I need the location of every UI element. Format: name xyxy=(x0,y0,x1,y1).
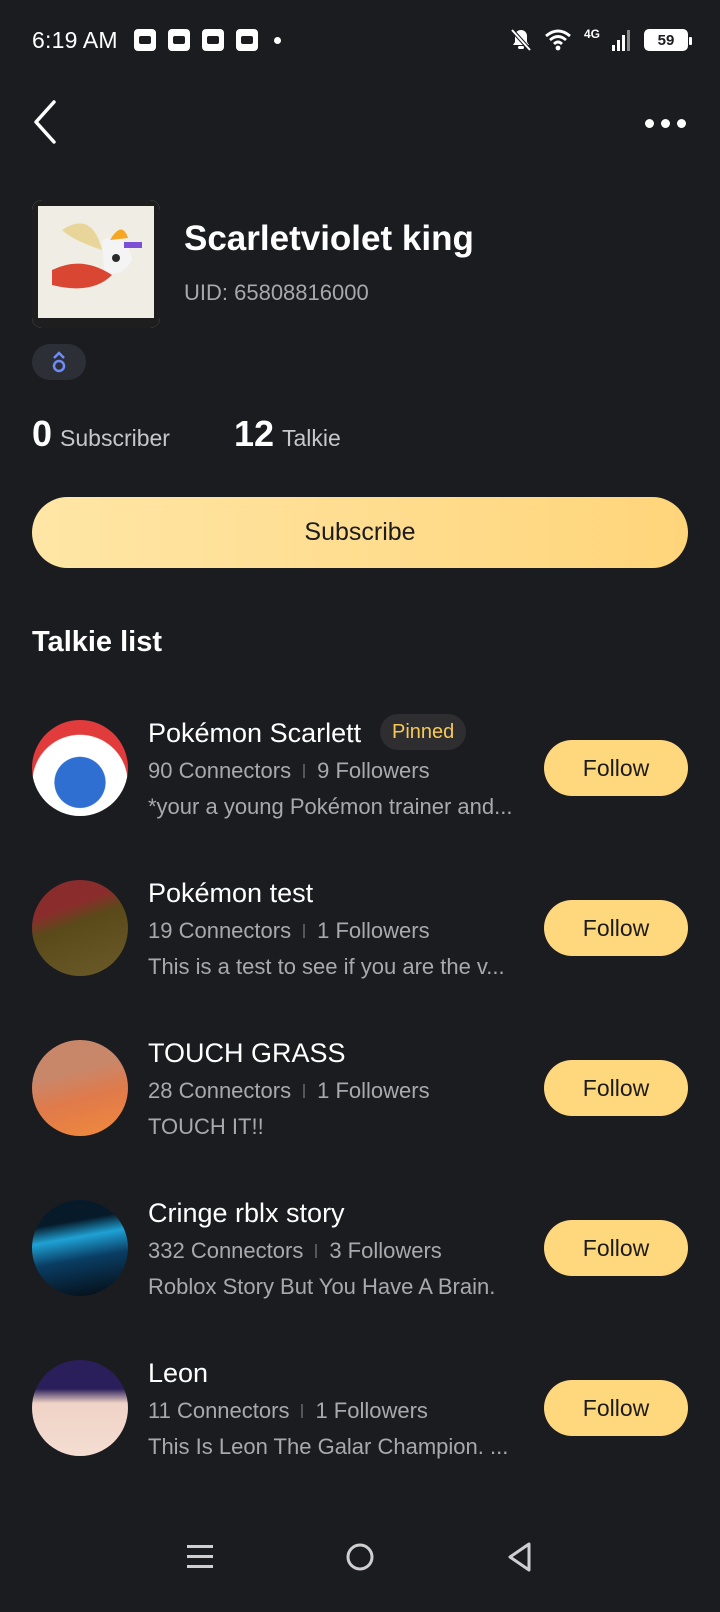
talkie-avatar xyxy=(32,1360,128,1456)
app-notification-icon xyxy=(133,29,156,51)
list-item[interactable]: Cringe rblx story 332 Connectors 3 Follo… xyxy=(0,1184,720,1344)
followers-count: 3 Followers xyxy=(329,1238,442,1263)
talkie-description: This is a test to see if you are the v..… xyxy=(148,954,505,979)
list-item[interactable]: Leon 11 Connectors 1 Followers This Is L… xyxy=(0,1344,720,1504)
more-dots-icon xyxy=(644,118,654,128)
talkie-avatar xyxy=(32,1040,128,1136)
status-time: 6:19 AM xyxy=(32,26,118,53)
talkie-meta: 332 Connectors 3 Followers xyxy=(148,1238,442,1264)
talkie-meta: 28 Connectors 1 Followers xyxy=(148,1078,430,1104)
wifi-icon xyxy=(545,29,571,51)
follow-button[interactable]: Follow xyxy=(544,1060,688,1116)
profile-uid: UID: 65808816000 xyxy=(184,280,369,305)
app-notification-icon xyxy=(235,29,258,51)
more-options-button[interactable] xyxy=(642,108,688,138)
talkie-stat[interactable]: 12 Talkie xyxy=(234,413,341,455)
status-bar: 6:19 AM 4G 59 xyxy=(0,0,720,80)
home-circle-icon xyxy=(346,1543,374,1571)
battery-level: 59 xyxy=(657,31,675,49)
profile-avatar-image xyxy=(32,200,160,328)
back-nav-button[interactable] xyxy=(500,1537,540,1577)
back-button[interactable] xyxy=(28,96,68,148)
subscriber-label: Subscriber xyxy=(60,425,170,451)
talkie-meta: 90 Connectors 9 Followers xyxy=(148,758,430,784)
talkie-avatar xyxy=(32,720,128,816)
divider xyxy=(303,924,306,938)
followers-count: 9 Followers xyxy=(317,758,430,783)
chevron-left-icon xyxy=(34,100,56,144)
talkie-avatar xyxy=(32,880,128,976)
profile-stats: 0 Subscriber 12 Talkie xyxy=(32,413,405,455)
talkie-avatar xyxy=(32,1200,128,1296)
pinned-badge: Pinned xyxy=(380,714,467,750)
follow-button[interactable]: Follow xyxy=(544,1220,688,1276)
bell-muted-icon xyxy=(510,28,532,52)
talkie-list: Pokémon Scarlett Pinned 90 Connectors 9 … xyxy=(0,704,720,1504)
more-dots-icon xyxy=(660,118,670,128)
connectors-count: 90 Connectors xyxy=(148,758,292,783)
profile-avatar xyxy=(32,200,160,328)
section-title: Talkie list xyxy=(32,626,163,658)
talkie-name: Cringe rblx story xyxy=(148,1198,345,1228)
battery-icon: 59 xyxy=(644,29,692,51)
followers-count: 1 Followers xyxy=(315,1398,428,1423)
talkie-name: Leon xyxy=(148,1358,209,1388)
recent-apps-button[interactable] xyxy=(180,1537,220,1577)
signal-icon xyxy=(612,30,630,51)
notification-icons xyxy=(133,29,281,51)
list-item[interactable]: Pokémon Scarlett Pinned 90 Connectors 9 … xyxy=(0,704,720,864)
followers-count: 1 Followers xyxy=(317,918,430,943)
talkie-description: This Is Leon The Galar Champion. ... xyxy=(148,1434,509,1459)
more-notifications-dot-icon xyxy=(273,36,281,44)
system-nav-bar xyxy=(0,1502,720,1612)
talkie-description: TOUCH IT!! xyxy=(148,1114,264,1139)
connectors-count: 332 Connectors xyxy=(148,1238,304,1263)
level-badge-icon xyxy=(52,351,66,373)
talkie-count: 12 xyxy=(233,413,275,454)
app-notification-icon xyxy=(167,29,190,51)
profile-name: Scarletviolet king xyxy=(184,219,474,258)
app-notification-icon xyxy=(201,29,224,51)
follow-button[interactable]: Follow xyxy=(544,900,688,956)
divider xyxy=(315,1244,318,1258)
divider xyxy=(301,1404,304,1418)
talkie-meta: 19 Connectors 1 Followers xyxy=(148,918,430,944)
follow-button[interactable]: Follow xyxy=(544,740,688,796)
talkie-description: Roblox Story But You Have A Brain. xyxy=(148,1274,496,1299)
connectors-count: 28 Connectors xyxy=(148,1078,292,1103)
connectors-count: 19 Connectors xyxy=(148,918,292,943)
followers-count: 1 Followers xyxy=(317,1078,430,1103)
follow-button[interactable]: Follow xyxy=(544,1380,688,1436)
talkie-name: Pokémon Scarlett xyxy=(148,718,362,748)
subscriber-stat[interactable]: 0 Subscriber xyxy=(32,413,170,455)
talkie-label: Talkie xyxy=(282,425,341,451)
more-dots-icon xyxy=(676,118,686,128)
level-badge[interactable] xyxy=(32,344,86,380)
talkie-meta: 11 Connectors 1 Followers xyxy=(148,1398,428,1424)
network-type: 4G xyxy=(583,27,600,41)
divider xyxy=(303,764,306,778)
triangle-back-icon xyxy=(508,1542,531,1572)
subscribe-button[interactable]: Subscribe xyxy=(32,497,688,568)
menu-lines-icon xyxy=(187,1545,213,1568)
divider xyxy=(303,1084,306,1098)
talkie-name: Pokémon test xyxy=(148,878,314,908)
status-right: 4G 59 xyxy=(510,27,692,52)
talkie-name: TOUCH GRASS xyxy=(148,1038,346,1068)
list-item[interactable]: Pokémon test 19 Connectors 1 Followers T… xyxy=(0,864,720,1024)
list-item[interactable]: TOUCH GRASS 28 Connectors 1 Followers TO… xyxy=(0,1024,720,1184)
subscriber-count: 0 xyxy=(32,413,53,454)
talkie-description: *your a young Pokémon trainer and... xyxy=(148,794,513,819)
home-button[interactable] xyxy=(340,1537,380,1577)
connectors-count: 11 Connectors xyxy=(148,1398,290,1423)
